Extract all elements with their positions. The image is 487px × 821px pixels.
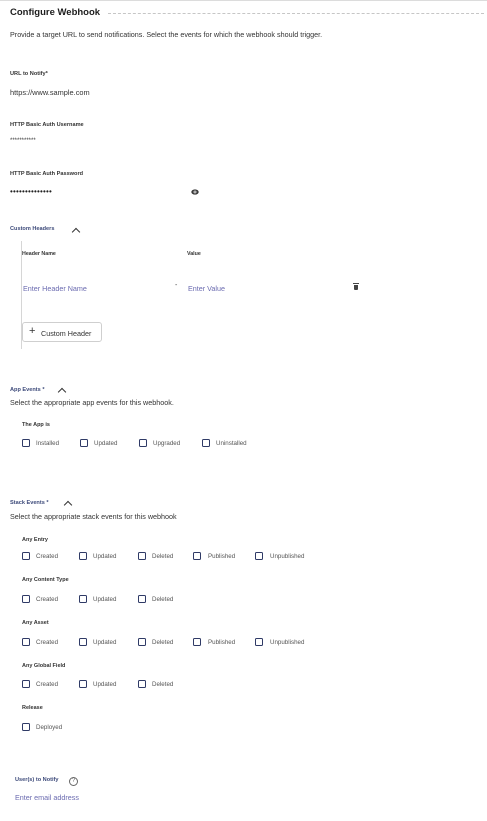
label-app-upgraded: Upgraded (153, 440, 181, 447)
label-asset-created: Created (36, 639, 59, 646)
checkbox-app-updated[interactable] (80, 439, 88, 447)
notify-label: User(s) to Notify (15, 777, 59, 783)
checkbox-gf-created[interactable] (22, 680, 30, 688)
checkbox-entry-updated[interactable] (79, 552, 87, 560)
checkbox-asset-updated[interactable] (79, 638, 87, 646)
password-label: HTTP Basic Auth Password (10, 171, 84, 177)
header-name-input[interactable]: Enter Header Name (23, 284, 87, 293)
page-description: Provide a target URL to send notificatio… (10, 30, 323, 39)
label-entry-published: Published (208, 553, 236, 560)
checkbox-release-deployed[interactable] (22, 723, 30, 731)
url-input[interactable]: https://www.sample.com (10, 88, 90, 97)
eye-icon[interactable] (191, 189, 199, 195)
help-icon[interactable]: ? (69, 777, 78, 786)
label-app-updated: Updated (94, 440, 118, 447)
label-app-installed: Installed (36, 440, 60, 447)
password-input[interactable]: •••••••••••••• (10, 187, 52, 196)
app-events-label: App Events * (10, 387, 45, 393)
checkbox-ct-deleted[interactable] (138, 595, 146, 603)
app-events-description: Select the appropriate app events for th… (10, 398, 174, 407)
header-name-column: Header Name (22, 251, 56, 257)
add-custom-header-button[interactable]: + Custom Header (22, 322, 102, 342)
username-label: HTTP Basic Auth Username (10, 122, 84, 128)
label-entry-unpublished: Unpublished (270, 553, 305, 560)
notify-email-input[interactable]: Enter email address (15, 793, 79, 802)
release-label: Release (22, 705, 43, 711)
checkbox-asset-unpublished[interactable] (255, 638, 263, 646)
stack-events-description: Select the appropriate stack events for … (10, 512, 177, 521)
top-divider (0, 0, 487, 1)
header-separator: - (175, 282, 178, 289)
checkbox-app-installed[interactable] (22, 439, 30, 447)
delete-header-icon[interactable] (353, 283, 359, 290)
checkbox-app-upgraded[interactable] (139, 439, 147, 447)
label-entry-created: Created (36, 553, 59, 560)
add-custom-header-label: Custom Header (41, 329, 92, 338)
label-ct-updated: Updated (93, 596, 117, 603)
app-group-label: The App is (22, 422, 50, 428)
checkbox-asset-deleted[interactable] (138, 638, 146, 646)
label-asset-updated: Updated (93, 639, 117, 646)
title-divider (108, 13, 484, 14)
label-asset-published: Published (208, 639, 236, 646)
stack-events-label: Stack Events * (10, 500, 49, 506)
username-input[interactable]: *********** (10, 138, 36, 144)
any-global-field-label: Any Global Field (22, 663, 66, 669)
checkbox-gf-deleted[interactable] (138, 680, 146, 688)
checkbox-asset-created[interactable] (22, 638, 30, 646)
custom-headers-collapse-icon[interactable] (71, 227, 81, 237)
checkbox-entry-published[interactable] (193, 552, 201, 560)
custom-headers-label: Custom Headers (10, 226, 55, 232)
checkbox-gf-updated[interactable] (79, 680, 87, 688)
checkbox-app-uninstalled[interactable] (202, 439, 210, 447)
checkbox-entry-created[interactable] (22, 552, 30, 560)
label-entry-deleted: Deleted (152, 553, 174, 560)
any-asset-label: Any Asset (22, 620, 49, 626)
label-gf-created: Created (36, 681, 59, 688)
label-ct-deleted: Deleted (152, 596, 174, 603)
page-title: Configure Webhook (10, 7, 101, 18)
label-gf-updated: Updated (93, 681, 117, 688)
header-value-column: Value (187, 251, 201, 257)
any-content-type-label: Any Content Type (22, 577, 69, 583)
label-release-deployed: Deployed (36, 724, 63, 731)
header-value-input[interactable]: Enter Value (188, 284, 225, 293)
checkbox-ct-created[interactable] (22, 595, 30, 603)
label-asset-deleted: Deleted (152, 639, 174, 646)
stack-events-collapse-icon[interactable] (63, 500, 73, 510)
url-label: URL to Notify* (10, 71, 48, 77)
app-events-collapse-icon[interactable] (57, 387, 67, 397)
any-entry-label: Any Entry (22, 537, 48, 543)
checkbox-entry-deleted[interactable] (138, 552, 146, 560)
label-gf-deleted: Deleted (152, 681, 174, 688)
label-ct-created: Created (36, 596, 59, 603)
label-asset-unpublished: Unpublished (270, 639, 305, 646)
checkbox-entry-unpublished[interactable] (255, 552, 263, 560)
plus-icon: + (29, 325, 36, 337)
label-app-uninstalled: Uninstalled (216, 440, 247, 447)
checkbox-asset-published[interactable] (193, 638, 201, 646)
label-entry-updated: Updated (93, 553, 117, 560)
checkbox-ct-updated[interactable] (79, 595, 87, 603)
